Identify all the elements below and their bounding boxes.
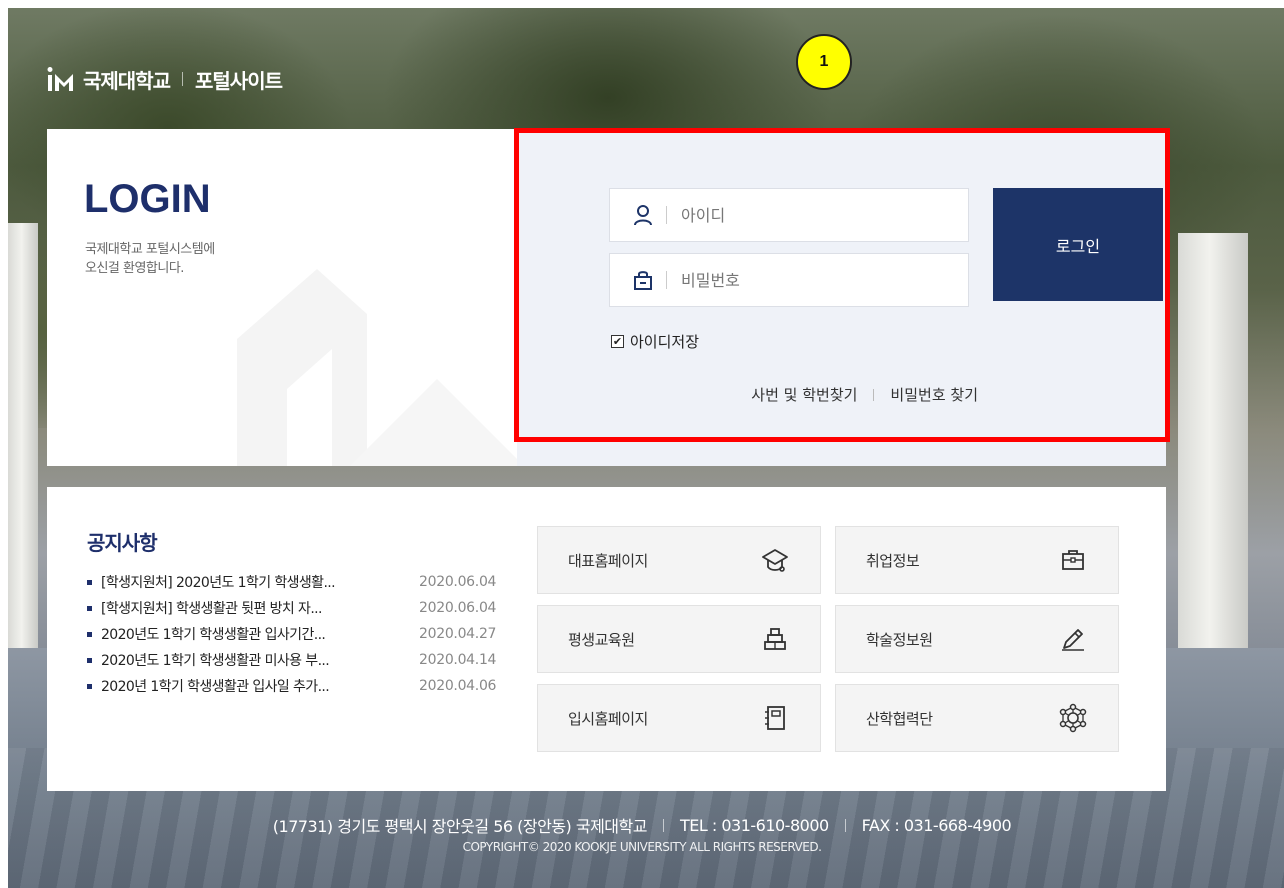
quick-link-label: 평생교육원: [568, 630, 635, 649]
footer-copyright: COPYRIGHT© 2020 KOOKJE UNIVERSITY ALL RI…: [462, 840, 822, 854]
notice-item[interactable]: [학생지원처] 학생생활관 뒷편 방치 자... 2020.06.04: [87, 595, 517, 621]
university-logo-icon: [47, 67, 73, 91]
footer-fax: FAX : 031-668-4900: [861, 815, 1012, 835]
notice-title: 공지사항: [87, 531, 158, 555]
login-welcome-line-2: 오신걸 환영합니다.: [85, 261, 184, 276]
notice-item-date: 2020.04.06: [419, 678, 497, 694]
notice-item-date: 2020.06.04: [419, 574, 497, 590]
logo-watermark-icon: [237, 269, 524, 466]
lock-icon: [634, 271, 652, 290]
checkbox-checked-icon[interactable]: ✔: [611, 335, 624, 348]
bullet-icon: [87, 605, 92, 611]
login-form: 로그인 ✔ 아이디저장 사번 및 학번찾기 비밀번호 찾기: [517, 129, 1166, 466]
notice-item-title[interactable]: [학생지원처] 2020년도 1학기 학생생활...: [101, 572, 419, 592]
logo-university-name: 국제대학교: [83, 68, 171, 93]
notice-list: [학생지원처] 2020년도 1학기 학생생활... 2020.06.04 [학…: [87, 569, 517, 699]
quick-link-employment[interactable]: 취업정보: [835, 526, 1119, 594]
site-logo[interactable]: 국제대학교 포털사이트: [47, 66, 283, 93]
login-welcome-line-1: 국제대학교 포털시스템에: [85, 242, 215, 257]
background-pillar-left: [8, 223, 38, 663]
password-input[interactable]: [681, 270, 941, 290]
bullet-icon: [87, 683, 92, 689]
logo-site-name: 포털사이트: [195, 68, 283, 93]
login-title: LOGIN: [84, 177, 211, 221]
bullet-icon: [87, 579, 92, 585]
quick-link-industry-cooperation[interactable]: 산학협력단: [835, 684, 1119, 752]
notice-item[interactable]: 2020년도 1학기 학생생활관 입사기간... 2020.04.27: [87, 621, 517, 647]
quick-link-admissions[interactable]: 입시홈페이지: [537, 684, 821, 752]
id-field-divider: [666, 206, 667, 224]
notice-item-title[interactable]: [학생지원처] 학생생활관 뒷편 방치 자...: [101, 598, 419, 618]
footer-tel: TEL : 031-610-8000: [679, 815, 829, 835]
books-icon: [764, 628, 786, 650]
quick-link-academic-info[interactable]: 학술정보원: [835, 605, 1119, 673]
footer-address: (17731) 경기도 평택시 장안웃길 56 (장안동) 국제대학교: [272, 817, 648, 836]
find-links-divider: [873, 388, 875, 401]
annotation-badge: 1: [796, 34, 852, 90]
notice-item[interactable]: [학생지원처] 2020년도 1학기 학생생활... 2020.06.04: [87, 569, 517, 595]
notice-item-title[interactable]: 2020년도 1학기 학생생활관 입사기간...: [101, 624, 419, 644]
pencil-icon: [1062, 629, 1084, 651]
notice-item-date: 2020.04.14: [419, 652, 497, 668]
remember-id-label: 아이디저장: [630, 333, 700, 351]
quick-link-main-homepage[interactable]: 대표홈페이지: [537, 526, 821, 594]
login-welcome-text: 국제대학교 포털시스템에 오신걸 환영합니다.: [85, 240, 325, 278]
password-field[interactable]: [609, 253, 969, 307]
password-field-divider: [666, 271, 667, 289]
notice-item-date: 2020.04.27: [419, 626, 497, 642]
notebook-icon: [765, 706, 785, 730]
quick-link-label: 취업정보: [866, 551, 920, 570]
background-pillar-right: [1178, 233, 1248, 653]
quick-link-lifelong-education[interactable]: 평생교육원: [537, 605, 821, 673]
find-account-links: 사번 및 학번찾기 비밀번호 찾기: [517, 384, 1166, 405]
notice-item[interactable]: 2020년도 1학기 학생생활관 미사용 부... 2020.04.14: [87, 647, 517, 673]
footer-divider: [844, 818, 846, 832]
login-panel: LOGIN 국제대학교 포털시스템에 오신걸 환영합니다. 로그인 ✔ 아이디: [47, 129, 1166, 466]
bullet-icon: [87, 631, 92, 637]
notice-item-title[interactable]: 2020년도 1학기 학생생활관 미사용 부...: [101, 650, 419, 670]
info-panel: 공지사항 [학생지원처] 2020년도 1학기 학생생활... 2020.06.…: [47, 487, 1166, 791]
quick-link-label: 학술정보원: [866, 630, 933, 649]
briefcase-icon: [1062, 550, 1084, 570]
quick-link-label: 입시홈페이지: [568, 709, 648, 728]
quick-link-label: 대표홈페이지: [568, 551, 648, 570]
footer-divider: [662, 818, 664, 832]
user-icon: [634, 205, 652, 226]
bullet-icon: [87, 657, 92, 663]
find-password-link[interactable]: 비밀번호 찾기: [890, 384, 978, 405]
id-field[interactable]: [609, 188, 969, 242]
footer: (17731) 경기도 평택시 장안웃길 56 (장안동) 국제대학교 TEL …: [0, 813, 1284, 855]
graduation-cap-icon: [762, 549, 788, 572]
quick-link-label: 산학협력단: [866, 709, 933, 728]
footer-contact: (17731) 경기도 평택시 장안웃길 56 (장안동) 국제대학교 TEL …: [0, 813, 1284, 837]
logo-divider: [182, 72, 183, 86]
notice-item-title[interactable]: 2020년 1학기 학생생활관 입사일 추가...: [101, 676, 419, 696]
remember-id-checkbox[interactable]: ✔ 아이디저장: [611, 331, 699, 352]
network-icon: [1059, 703, 1087, 733]
notice-item-date: 2020.06.04: [419, 600, 497, 616]
find-id-link[interactable]: 사번 및 학번찾기: [751, 384, 857, 405]
login-button[interactable]: 로그인: [993, 188, 1163, 301]
id-input[interactable]: [681, 205, 941, 225]
notice-item[interactable]: 2020년 1학기 학생생활관 입사일 추가... 2020.04.06: [87, 673, 517, 699]
